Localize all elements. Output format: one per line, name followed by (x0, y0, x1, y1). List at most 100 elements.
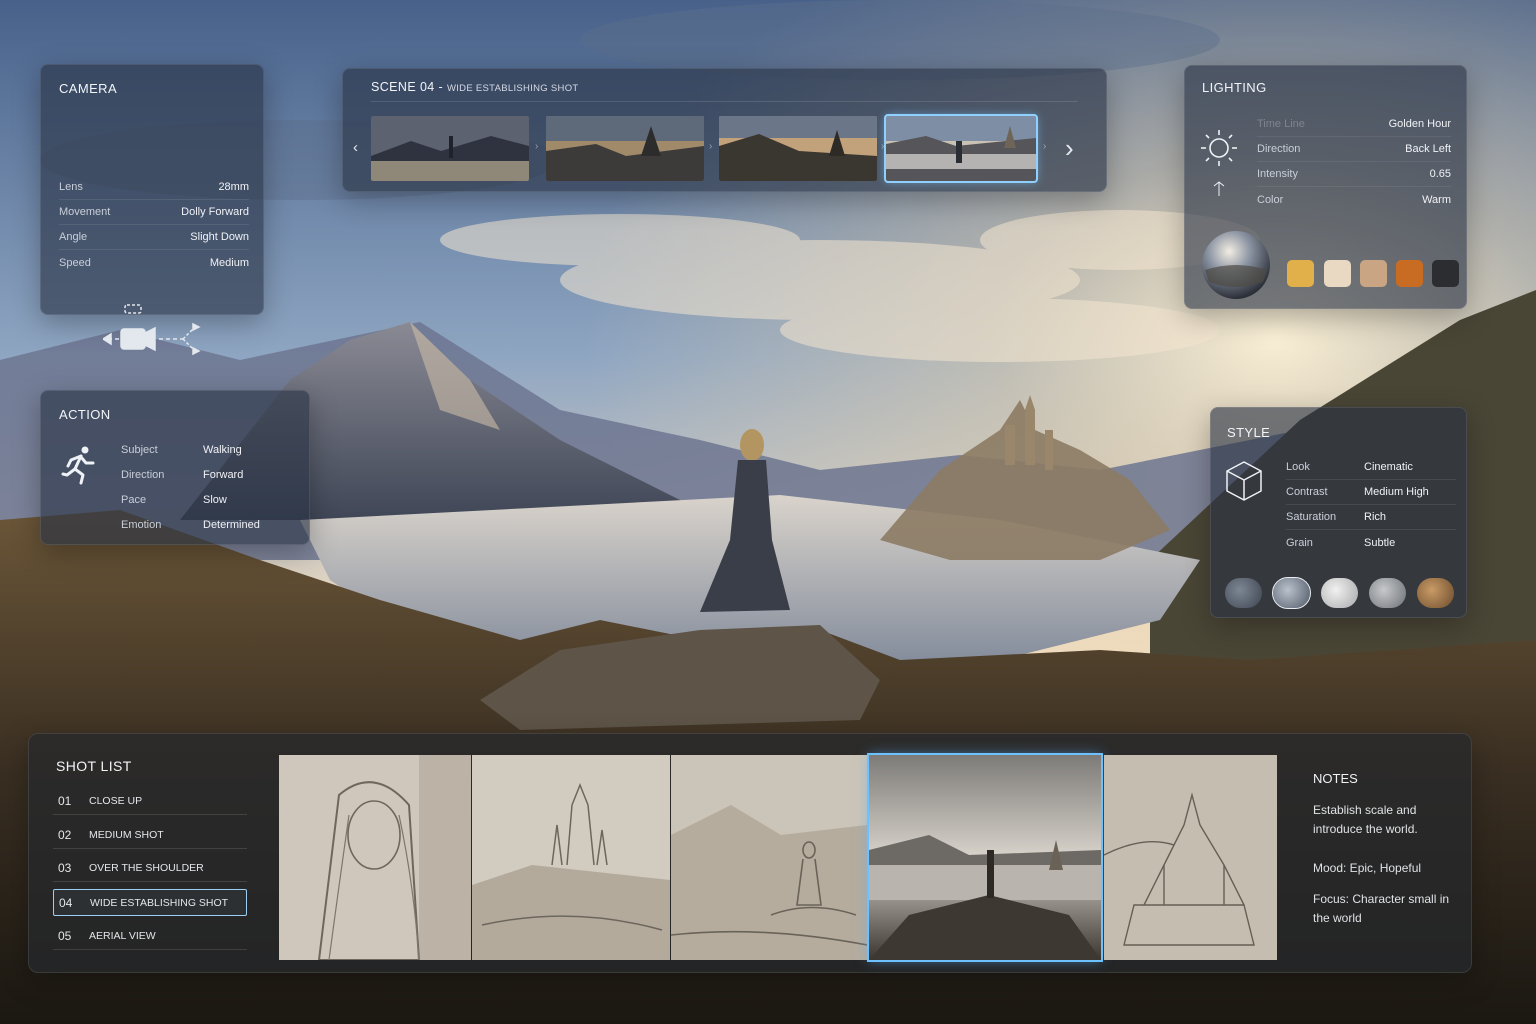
action-row-direction[interactable]: Direction Forward (121, 462, 291, 487)
scene-subtitle: WIDE ESTABLISHING SHOT (446, 83, 579, 94)
lighting-intensity-label: Intensity (1257, 168, 1298, 180)
shot-row-02[interactable]: 02 MEDIUM SHOT (53, 822, 247, 849)
scene-title: SCENE 04 - WIDE ESTABLISHING SHOT (371, 80, 579, 94)
light-color-swatch-3[interactable] (1360, 260, 1387, 287)
hdri-sphere-preview[interactable] (1201, 230, 1271, 300)
scene-thumbnail-2[interactable] (546, 116, 704, 181)
chevron-right-small-icon: › (1043, 141, 1047, 152)
style-contrast-label: Contrast (1286, 486, 1328, 498)
chevron-left-icon[interactable]: ‹ (353, 139, 358, 156)
camera-speed-label: Speed (59, 256, 91, 269)
shot-row-03[interactable]: 03 OVER THE SHOULDER (53, 855, 247, 882)
cube-icon (1226, 461, 1262, 501)
style-row-saturation[interactable]: Saturation Rich (1286, 505, 1456, 530)
lighting-row-time[interactable]: Time Line Golden Hour (1257, 112, 1451, 137)
camera-row-angle[interactable]: Angle Slight Down (59, 225, 249, 250)
lighting-direction-value: Back Left (1405, 143, 1451, 155)
scene-title-divider (371, 101, 1078, 102)
running-person-icon (61, 446, 95, 485)
storyboard-frame-aerial[interactable] (1104, 755, 1277, 960)
camera-panel: CAMERA Lens 28mm Movement Dolly Forward … (40, 64, 264, 356)
light-color-swatch-4[interactable] (1396, 260, 1423, 287)
camera-row-speed[interactable]: Speed Medium (59, 250, 249, 275)
action-subject-label: Subject (121, 443, 158, 456)
scene-separator: - (434, 80, 447, 94)
style-preset-2[interactable] (1272, 577, 1311, 609)
storyboard-frame-wide-render[interactable] (867, 753, 1103, 962)
notes-line-2: Mood: Epic, Hopeful (1313, 861, 1422, 875)
style-contrast-value: Medium High (1364, 486, 1429, 498)
shot-label: WIDE ESTABLISHING SHOT (90, 896, 229, 909)
shot-number: 05 (58, 929, 72, 943)
action-pace-value: Slow (203, 493, 227, 506)
chevron-right-small-icon: › (709, 141, 713, 152)
lighting-color-value: Warm (1422, 193, 1451, 206)
storyboard-frame-figure[interactable] (671, 755, 867, 960)
action-pace-label: Pace (121, 493, 147, 506)
camera-lens-label: Lens (59, 181, 83, 193)
style-saturation-label: Saturation (1286, 511, 1337, 523)
chevron-right-icon[interactable]: › (1065, 133, 1074, 164)
style-preset-4[interactable] (1369, 578, 1406, 608)
shot-number: 03 (58, 861, 72, 875)
lighting-color-label: Color (1257, 193, 1284, 206)
lighting-row-direction[interactable]: Direction Back Left (1257, 137, 1451, 162)
scene-number: SCENE 04 (371, 80, 435, 94)
style-grain-label: Grain (1286, 536, 1313, 549)
style-title: STYLE (1227, 425, 1271, 440)
style-panel: STYLE Look Cinematic Contrast Medium Hig… (1210, 407, 1467, 618)
style-look-value: Cinematic (1364, 461, 1413, 473)
scene-thumbnail-1[interactable] (371, 116, 529, 181)
shot-number: 01 (58, 794, 72, 808)
scene-thumbnail-4[interactable] (884, 114, 1038, 183)
lighting-row-color[interactable]: Color Warm (1257, 187, 1451, 212)
style-preset-1[interactable] (1225, 578, 1262, 608)
style-row-grain[interactable]: Grain Subtle (1286, 530, 1456, 555)
style-preset-3[interactable] (1321, 578, 1358, 608)
action-subject-value: Walking (203, 443, 242, 456)
camera-lens-value: 28mm (218, 181, 249, 193)
lighting-time-value: Golden Hour (1388, 118, 1451, 130)
action-row-subject[interactable]: Subject Walking (121, 437, 291, 462)
chevron-right-small-icon: › (535, 141, 539, 152)
camera-angle-label: Angle (59, 231, 88, 243)
camera-speed-value: Medium (209, 256, 249, 269)
shot-row-05[interactable]: 05 AERIAL VIEW (53, 923, 247, 950)
shot-list-title: SHOT LIST (56, 758, 132, 774)
storyboard-frame-closeup[interactable] (279, 755, 471, 960)
shot-list-panel: SHOT LIST 01 CLOSE UP 02 MEDIUM SHOT 03 … (28, 733, 1472, 973)
style-row-look[interactable]: Look Cinematic (1286, 455, 1456, 480)
action-emotion-label: Emotion (121, 518, 162, 531)
shot-label: CLOSE UP (89, 795, 143, 807)
camera-row-movement[interactable]: Movement Dolly Forward (59, 200, 249, 225)
action-row-pace[interactable]: Pace Slow (121, 487, 291, 512)
notes-title: NOTES (1313, 771, 1358, 786)
scene-panel: SCENE 04 - WIDE ESTABLISHING SHOT ‹ › › … (342, 68, 1107, 192)
action-title: ACTION (59, 407, 111, 422)
scene-thumbnail-3[interactable] (719, 116, 877, 181)
light-color-swatch-2[interactable] (1324, 260, 1351, 287)
lighting-row-intensity[interactable]: Intensity 0.65 (1257, 162, 1451, 187)
style-preset-5[interactable] (1417, 578, 1454, 608)
light-color-swatch-1[interactable] (1287, 260, 1314, 287)
style-saturation-value: Rich (1364, 511, 1387, 523)
action-row-emotion[interactable]: Emotion Determined (121, 512, 291, 537)
action-direction-value: Forward (203, 468, 244, 481)
shot-row-01[interactable]: 01 CLOSE UP (53, 788, 247, 815)
sun-icon (1201, 130, 1237, 196)
chevron-right-small-icon: › (881, 141, 885, 152)
light-color-swatch-5[interactable] (1432, 260, 1459, 287)
shot-label: OVER THE SHOULDER (89, 862, 204, 874)
action-panel: ACTION Subject Walking Direction Forward… (40, 390, 310, 545)
lighting-panel: LIGHTING Time Line Golden Hour Direction… (1184, 65, 1467, 309)
camera-row-lens[interactable]: Lens 28mm (59, 175, 249, 200)
camera-dolly-icon (103, 304, 201, 356)
style-row-contrast[interactable]: Contrast Medium High (1286, 480, 1456, 505)
shot-row-04[interactable]: 04 WIDE ESTABLISHING SHOT (53, 889, 247, 916)
shot-label: MEDIUM SHOT (89, 829, 164, 841)
storyboard-frame-castle[interactable] (472, 755, 670, 960)
camera-title: CAMERA (59, 81, 118, 96)
camera-movement-value: Dolly Forward (181, 206, 249, 218)
shot-label: AERIAL VIEW (89, 930, 156, 942)
notes-line-1: Establish scale and introduce the world. (1313, 803, 1418, 836)
